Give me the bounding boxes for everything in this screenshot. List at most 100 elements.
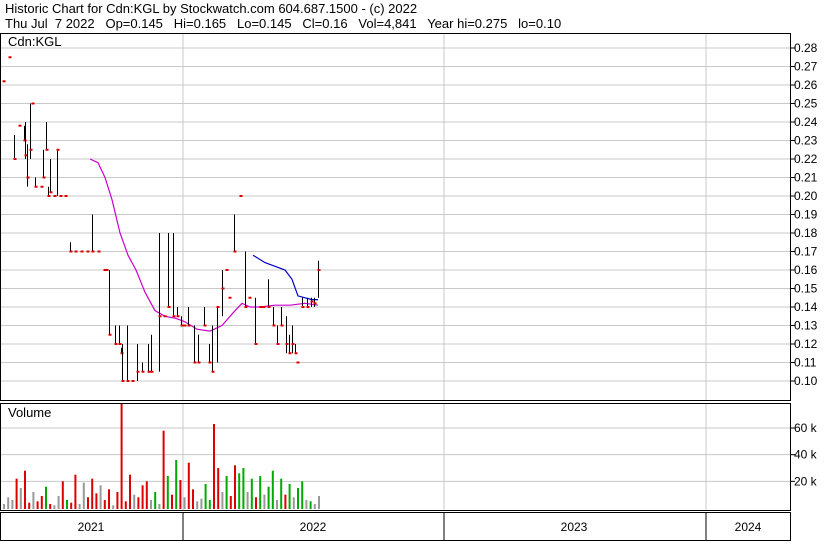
close-tick	[280, 324, 284, 327]
volume-bar	[87, 497, 89, 509]
close-tick	[105, 269, 109, 271]
ma-long-line	[89, 158, 319, 332]
volume-bar	[78, 504, 81, 509]
close-tick	[126, 380, 130, 382]
volume-bar	[301, 481, 304, 509]
volume-bar	[3, 504, 5, 509]
volume-bar	[158, 504, 161, 509]
close-tick	[233, 250, 237, 253]
price-y-tick-label: 0.10	[794, 374, 818, 388]
volume-bar	[108, 489, 110, 509]
close-tick	[40, 185, 44, 188]
volume-panel-frame	[0, 403, 791, 511]
close-tick	[91, 250, 95, 253]
volume-bar	[255, 497, 257, 509]
close-tick	[158, 315, 162, 318]
year-axis: 2021 2022 2023 2024	[78, 512, 762, 541]
volume-bar	[32, 492, 35, 509]
volume-bar	[49, 504, 52, 509]
volume-bar	[61, 481, 64, 509]
close-tick	[203, 324, 207, 327]
price-y-tick-label: 0.28	[794, 41, 818, 55]
volume-bar	[99, 485, 102, 509]
volume-bar	[208, 500, 211, 509]
close-tick	[291, 343, 295, 345]
volume-bar	[137, 497, 140, 509]
volume-bar	[229, 496, 232, 509]
year-axis-frame	[0, 512, 791, 541]
volume-bar	[141, 485, 144, 509]
close-tick	[180, 324, 184, 327]
price-y-tick-label: 0.24	[794, 115, 818, 129]
volume-bar	[309, 501, 312, 509]
volume-bar	[95, 493, 98, 509]
close-tick	[97, 250, 101, 253]
volume-bar	[221, 492, 224, 509]
volume-bar	[166, 476, 169, 509]
volume-bar	[45, 486, 47, 509]
volume-y-tick-label: 20 k	[794, 474, 818, 488]
volume-bar	[246, 492, 249, 509]
close-tick	[131, 380, 135, 382]
close-tick	[80, 250, 84, 253]
close-tick	[197, 361, 201, 364]
close-tick	[176, 315, 180, 318]
volume-bar	[288, 484, 291, 509]
close-tick	[31, 102, 35, 105]
price-y-tick-label: 0.16	[794, 263, 818, 277]
volume-bar	[171, 494, 173, 509]
close-tick	[193, 361, 197, 364]
close-tick	[118, 343, 122, 345]
price-y-tick-label: 0.12	[794, 337, 818, 351]
volume-bar	[313, 504, 316, 509]
close-tick	[114, 343, 118, 345]
close-tick	[267, 306, 271, 308]
volume-bar	[129, 474, 131, 509]
close-tick	[296, 361, 300, 364]
close-tick	[69, 250, 73, 253]
volume-bar	[36, 501, 39, 509]
close-tick	[313, 302, 317, 305]
price-panel-title: Cdn:KGL	[8, 34, 61, 49]
close-tick	[34, 185, 38, 188]
volume-bar	[297, 488, 299, 509]
close-tick	[86, 250, 90, 253]
volume-bar	[11, 500, 14, 509]
volume-bar	[238, 473, 241, 509]
close-tick	[147, 370, 151, 373]
close-tick	[59, 195, 63, 197]
price-bars	[2, 56, 321, 382]
volume-bar	[57, 496, 60, 509]
year-label: 2021	[78, 520, 105, 534]
close-tick	[53, 195, 57, 197]
close-tick	[187, 324, 191, 327]
close-tick	[244, 306, 248, 308]
close-tick	[136, 370, 140, 373]
volume-bar	[267, 486, 270, 509]
close-tick	[254, 343, 258, 345]
price-y-tick-label: 0.18	[794, 226, 818, 240]
volume-bar	[217, 468, 220, 509]
volume-bar	[284, 494, 287, 509]
price-grid	[1, 34, 790, 400]
close-tick	[228, 296, 232, 299]
volume-bar	[124, 501, 127, 509]
volume-bar	[133, 494, 136, 509]
volume-bar	[242, 468, 245, 509]
year-label: 2022	[300, 520, 327, 534]
close-tick	[216, 306, 220, 308]
volume-bar	[162, 430, 165, 509]
volume-bar	[74, 474, 77, 509]
volume-bar	[196, 501, 199, 509]
volume-bar	[234, 465, 236, 509]
volume-bar	[116, 492, 119, 509]
close-tick	[317, 269, 321, 271]
close-tick	[294, 352, 298, 355]
volume-bar	[271, 470, 274, 509]
volume-bar	[225, 476, 228, 509]
close-tick	[208, 361, 212, 364]
close-tick	[49, 191, 53, 194]
moving-average-long	[89, 158, 319, 332]
volume-bar	[200, 498, 203, 509]
volume-bar	[53, 505, 56, 509]
